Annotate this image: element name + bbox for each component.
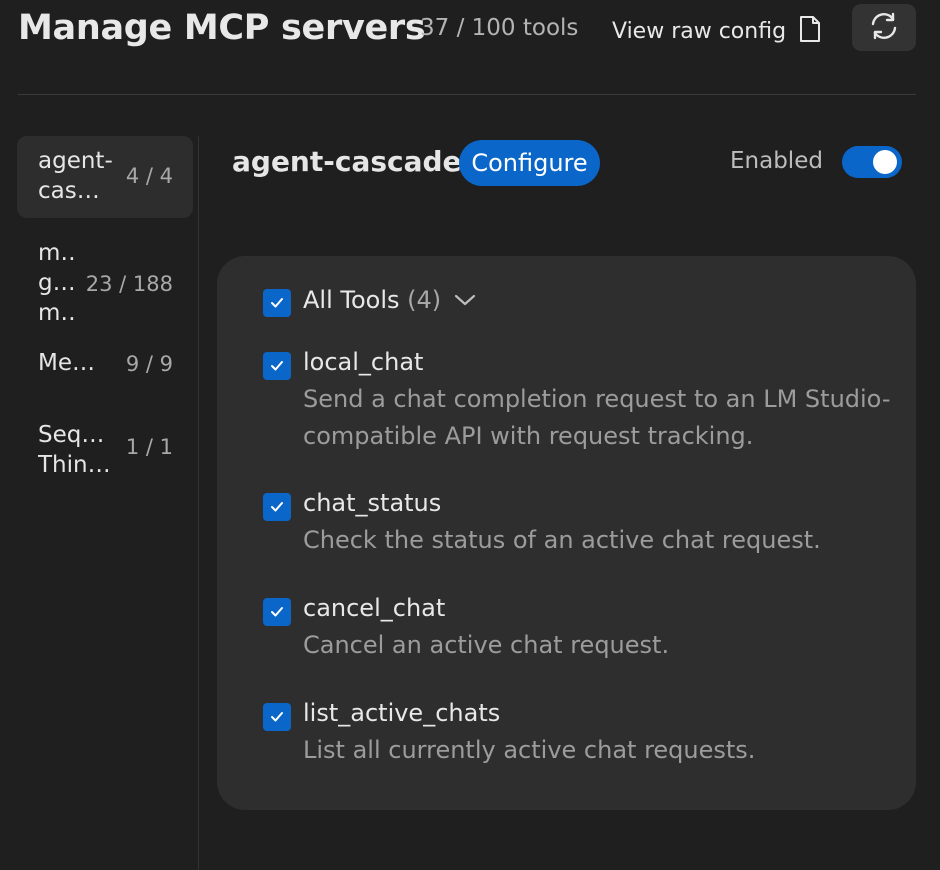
- sidebar-item-agent-cascade[interactable]: agent- cas… 4 / 4: [17, 136, 193, 218]
- view-raw-config-label: View raw config: [612, 18, 787, 44]
- all-tools-label: All Tools (4): [303, 286, 441, 314]
- all-tools-checkbox[interactable]: [263, 289, 291, 317]
- sidebar-item-label: Seq… Thin…: [38, 422, 111, 478]
- sidebar-item-server-2[interactable]: m‥ g… m‥ 23 / 188: [17, 230, 193, 338]
- check-icon: [270, 357, 284, 376]
- refresh-icon: [868, 11, 900, 45]
- enabled-toggle[interactable]: [842, 146, 902, 178]
- tool-name: local_chat: [303, 348, 424, 376]
- enabled-label: Enabled: [730, 148, 823, 174]
- check-icon: [270, 498, 284, 517]
- chevron-down-icon[interactable]: [454, 292, 476, 311]
- tool-name: cancel_chat: [303, 594, 446, 622]
- page-header: Manage MCP servers 37 / 100 tools View r…: [0, 0, 940, 95]
- tool-checkbox-cancel-chat[interactable]: [263, 598, 291, 626]
- tool-name: list_active_chats: [303, 699, 501, 727]
- configure-button[interactable]: Configure: [459, 140, 600, 186]
- sidebar-item-count: 1 / 1: [125, 435, 173, 459]
- tool-description: List all currently active chat requests.: [303, 736, 756, 764]
- sidebar-item-count: 4 / 4: [125, 164, 173, 188]
- sidebar-item-server-3[interactable]: Me… 9 / 9: [17, 338, 193, 398]
- sidebar-item-label: m‥ g… m‥: [38, 240, 76, 326]
- sidebar-item-count: 23 / 188: [85, 272, 173, 296]
- toggle-knob: [873, 150, 897, 174]
- sidebar-item-label: Me…: [38, 350, 95, 376]
- server-list: agent- cas… 4 / 4 m‥ g… m‥ 23 / 188 Me… …: [17, 136, 193, 492]
- tool-checkbox-list-active-chats[interactable]: [263, 703, 291, 731]
- view-raw-config-button[interactable]: View raw config: [612, 14, 822, 48]
- check-icon: [270, 294, 284, 313]
- server-title: agent-cascade: [232, 145, 462, 178]
- check-icon: [270, 603, 284, 622]
- tool-checkbox-chat-status[interactable]: [263, 493, 291, 521]
- tool-description: Send a chat completion request to an LM …: [303, 385, 891, 450]
- sidebar-item-server-4[interactable]: Seq… Thin… 1 / 1: [17, 412, 193, 492]
- tool-description: Cancel an active chat request.: [303, 631, 670, 659]
- tool-count: 37 / 100 tools: [420, 15, 579, 41]
- tool-checkbox-local-chat[interactable]: [263, 352, 291, 380]
- all-tools-text: All Tools: [303, 286, 400, 314]
- page-title: Manage MCP servers: [18, 8, 426, 48]
- tools-panel: All Tools (4) local_chat Send a chat com…: [217, 256, 916, 810]
- sidebar-item-label: agent- cas…: [38, 148, 113, 204]
- header-divider: [18, 94, 916, 95]
- refresh-button[interactable]: [852, 4, 916, 51]
- sidebar-item-count: 9 / 9: [125, 352, 173, 376]
- tool-name: chat_status: [303, 489, 442, 517]
- tool-description: Check the status of an active chat reque…: [303, 526, 821, 554]
- check-icon: [270, 708, 284, 727]
- all-tools-count: (4): [407, 286, 442, 314]
- file-icon: [798, 15, 822, 47]
- sidebar-divider: [198, 136, 199, 870]
